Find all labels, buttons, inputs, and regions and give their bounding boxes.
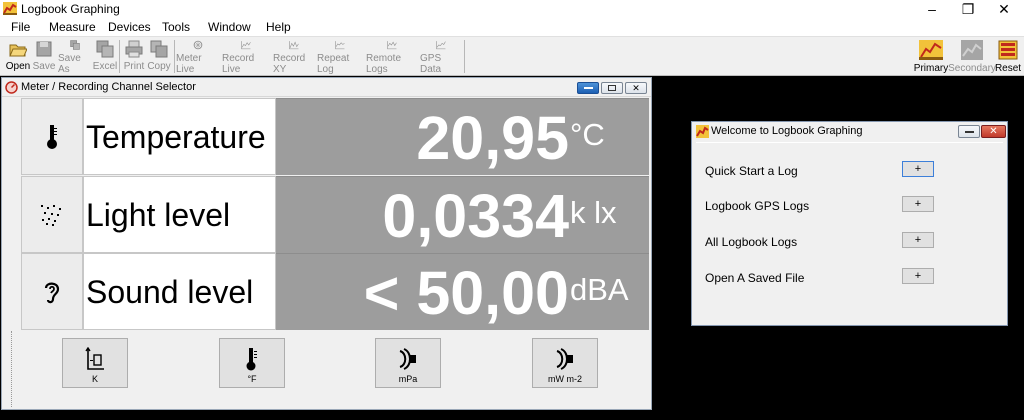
temperature-value: 20,95 bbox=[416, 104, 569, 172]
print-button[interactable]: Print bbox=[122, 38, 146, 75]
meter-channel-selector-window: Meter / Recording Channel Selector ✕ Tem… bbox=[1, 77, 652, 410]
light-channel-button[interactable] bbox=[21, 176, 83, 253]
welcome-title: Welcome to Logbook Graphing bbox=[711, 125, 863, 137]
temperature-value-panel: 20,95 °C bbox=[276, 98, 649, 175]
printer-icon bbox=[125, 40, 143, 58]
menu-bar: File Measure Devices Tools Window Help bbox=[0, 18, 1024, 36]
unit-kelvin-button[interactable]: K bbox=[62, 338, 128, 388]
sound-label: Sound level bbox=[83, 253, 276, 330]
copy-button[interactable]: Copy bbox=[147, 38, 171, 75]
welcome-close-icon[interactable]: ✕ bbox=[981, 125, 1006, 138]
quick-start-label: Quick Start a Log bbox=[705, 164, 798, 178]
meter-row-temperature[interactable]: Temperature 20,95 °C bbox=[21, 98, 649, 175]
meter-window-close-icon[interactable]: ✕ bbox=[625, 82, 647, 94]
temperature-channel-button[interactable] bbox=[21, 98, 83, 175]
open-button[interactable]: Open bbox=[5, 38, 31, 75]
reset-icon bbox=[998, 40, 1018, 60]
primary-button[interactable]: Primary bbox=[914, 38, 948, 75]
sound-intensity-icon bbox=[556, 348, 573, 370]
save-as-icon bbox=[70, 40, 80, 50]
all-logs-button[interactable]: + bbox=[902, 232, 934, 248]
save-button[interactable]: Save bbox=[32, 38, 56, 75]
kelvin-axis-icon bbox=[85, 347, 104, 370]
meter-window-restore-icon[interactable] bbox=[601, 82, 623, 94]
remote-logs-button[interactable]: Remote Logs bbox=[366, 38, 418, 75]
reset-button[interactable]: Reset bbox=[995, 38, 1021, 75]
primary-chart-icon bbox=[919, 40, 943, 60]
sound-value-panel: < 50,00 dBA bbox=[276, 253, 649, 330]
save-as-button[interactable]: Save As bbox=[58, 38, 92, 75]
light-value-panel: 0,0334 k lx bbox=[276, 176, 649, 253]
meter-window-icon bbox=[5, 81, 18, 94]
light-label: Light level bbox=[83, 176, 276, 253]
thermometer-icon bbox=[246, 348, 257, 371]
app-title: Logbook Graphing bbox=[21, 2, 120, 16]
sound-channel-button[interactable] bbox=[21, 253, 83, 330]
welcome-title-bar: Welcome to Logbook Graphing ✕ bbox=[692, 122, 1007, 141]
sound-pressure-icon bbox=[399, 348, 416, 370]
minimize-icon[interactable]: – bbox=[914, 0, 950, 18]
menu-devices[interactable]: Devices bbox=[108, 20, 151, 34]
excel-button[interactable]: Excel bbox=[93, 38, 117, 75]
meter-row-light[interactable]: Light level 0,0334 k lx bbox=[21, 176, 649, 253]
unit-mw-m2-button[interactable]: mW m-2 bbox=[532, 338, 598, 388]
toolbar-separator bbox=[119, 40, 120, 73]
gps-logs-label: Logbook GPS Logs bbox=[705, 199, 810, 213]
sound-value: < 50,00 bbox=[363, 259, 569, 327]
restore-icon[interactable]: ❐ bbox=[950, 0, 986, 18]
thermometer-icon bbox=[47, 124, 57, 149]
record-xy-button[interactable]: Record XY bbox=[273, 38, 315, 75]
welcome-minimize-icon[interactable] bbox=[958, 125, 980, 138]
menu-tools[interactable]: Tools bbox=[162, 20, 190, 34]
all-logs-label: All Logbook Logs bbox=[705, 235, 798, 249]
light-value: 0,0334 bbox=[382, 182, 569, 250]
quick-start-button[interactable]: + bbox=[902, 161, 934, 177]
remote-logs-icon bbox=[387, 41, 397, 50]
open-saved-file-label: Open A Saved File bbox=[705, 271, 805, 285]
toolbar-separator bbox=[174, 40, 175, 73]
gps-data-icon bbox=[436, 41, 446, 50]
secondary-chart-icon bbox=[961, 40, 983, 60]
meter-row-sound[interactable]: Sound level < 50,00 dBA bbox=[21, 253, 649, 330]
meter-live-icon bbox=[193, 40, 203, 50]
excel-icon bbox=[96, 40, 114, 58]
gps-data-button[interactable]: GPS Data bbox=[420, 38, 462, 75]
light-unit: k lx bbox=[570, 195, 617, 230]
app-logo-icon bbox=[696, 125, 709, 138]
toolbar: Open Save Save As Excel Print Copy Meter… bbox=[0, 36, 1024, 76]
meter-window-title: Meter / Recording Channel Selector bbox=[21, 81, 196, 93]
meter-live-button[interactable]: Meter Live bbox=[176, 38, 220, 75]
menu-help[interactable]: Help bbox=[266, 20, 291, 34]
unit-mpa-button[interactable]: mPa bbox=[375, 338, 441, 388]
sound-unit: dBA bbox=[570, 272, 629, 307]
menu-window[interactable]: Window bbox=[208, 20, 251, 34]
record-xy-icon bbox=[289, 41, 299, 50]
meter-window-minimize-icon[interactable] bbox=[577, 82, 599, 94]
folder-open-icon bbox=[9, 44, 27, 57]
record-live-button[interactable]: Record Live bbox=[222, 38, 270, 75]
gps-logs-button[interactable]: + bbox=[902, 196, 934, 212]
toolbar-separator bbox=[464, 40, 465, 73]
repeat-log-icon bbox=[335, 41, 345, 50]
menu-measure[interactable]: Measure bbox=[49, 20, 96, 34]
record-live-icon bbox=[241, 41, 251, 50]
floppy-disk-icon bbox=[36, 41, 52, 57]
unit-button-area: K °F mPa mW m-2 bbox=[11, 331, 650, 407]
welcome-dialog: Welcome to Logbook Graphing ✕ Quick Star… bbox=[691, 121, 1008, 326]
window-title-bar: Logbook Graphing – ❐ ✕ bbox=[0, 0, 1024, 18]
menu-file[interactable]: File bbox=[11, 20, 30, 34]
meter-window-title-bar: Meter / Recording Channel Selector ✕ bbox=[2, 78, 651, 97]
temperature-label: Temperature bbox=[83, 98, 276, 175]
copy-icon bbox=[150, 40, 168, 58]
ear-icon bbox=[44, 282, 60, 303]
temperature-unit: °C bbox=[570, 117, 605, 152]
open-saved-file-button[interactable]: + bbox=[902, 268, 934, 284]
close-icon[interactable]: ✕ bbox=[986, 0, 1022, 18]
light-sensor-icon bbox=[41, 204, 61, 226]
welcome-body: Quick Start a Log + Logbook GPS Logs + A… bbox=[696, 142, 1003, 322]
app-logo-icon bbox=[3, 2, 17, 15]
secondary-button[interactable]: Secondary bbox=[948, 38, 996, 75]
unit-fahrenheit-button[interactable]: °F bbox=[219, 338, 285, 388]
repeat-log-button[interactable]: Repeat Log bbox=[317, 38, 363, 75]
